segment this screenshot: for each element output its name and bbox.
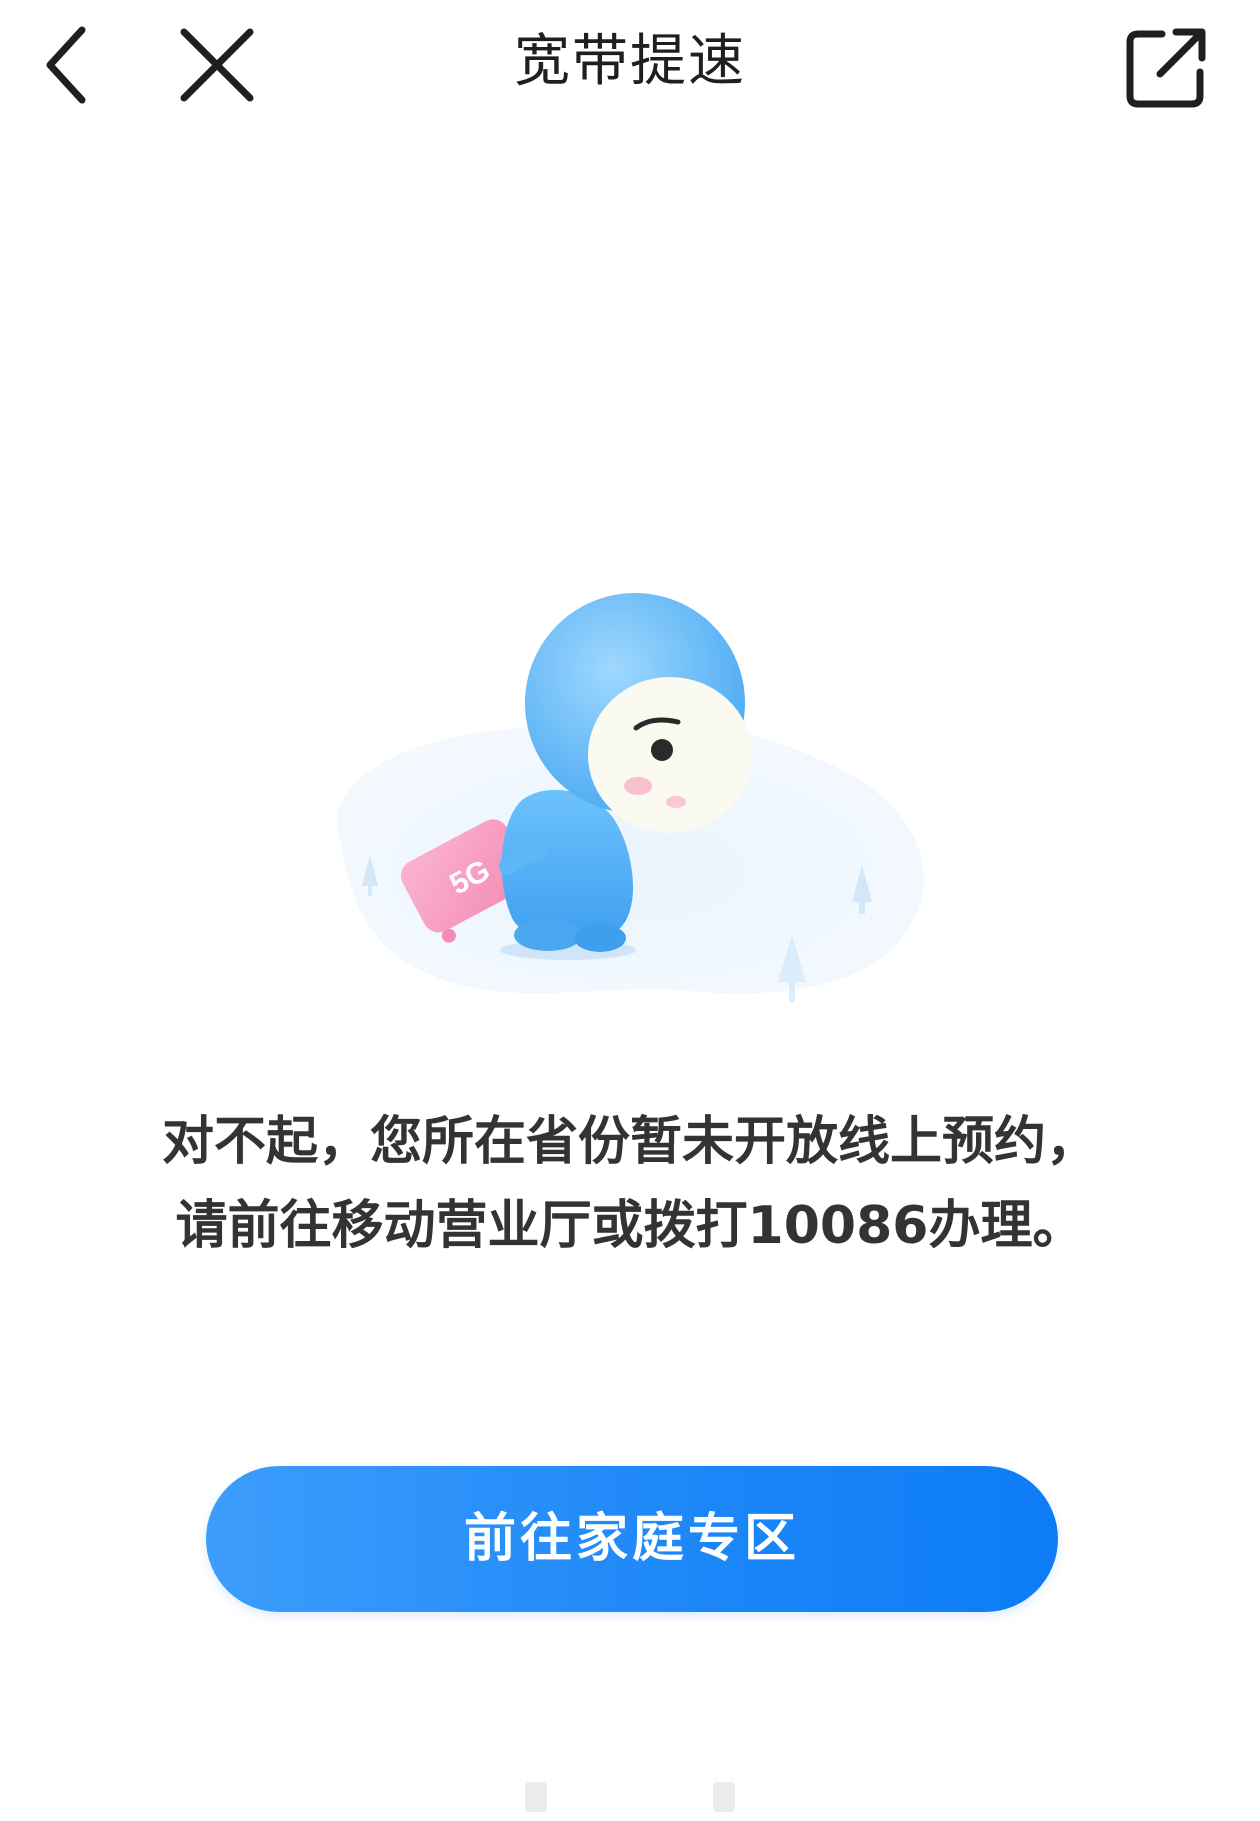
go-to-family-zone-button[interactable]: 前往家庭专区 [206,1466,1058,1612]
error-message-line-2: 请前往移动营业厅或拨打10086办理。 [175,1196,1085,1256]
nav-bar: 宽带提速 [0,0,1260,130]
mascot-blush [666,796,686,808]
page: 宽带提速 5G 对不起，您所在省份暂未开放线上预约， 请前往移动营业厅或拨打10… [0,0,1260,1821]
mascot-eye [651,739,673,761]
error-message: 对不起，您所在省份暂未开放线上预约， 请前往移动营业厅或拨打10086办理。 [60,1100,1200,1268]
mascot-blush [624,777,652,795]
chevron-left-icon [46,26,86,104]
illustration: 5G [300,590,960,1060]
close-button[interactable] [172,20,262,110]
sad-mascot-illustration: 5G [336,593,924,1002]
mascot-foot [514,919,582,951]
share-button[interactable] [1120,18,1216,114]
page-title: 宽带提速 [514,29,746,94]
mascot-foot [574,924,626,952]
back-button[interactable] [30,20,110,110]
external-link-icon [1126,28,1206,108]
home-indicator [525,1782,735,1812]
close-icon [180,28,254,102]
error-message-line-1: 对不起，您所在省份暂未开放线上预约， [161,1112,1098,1172]
